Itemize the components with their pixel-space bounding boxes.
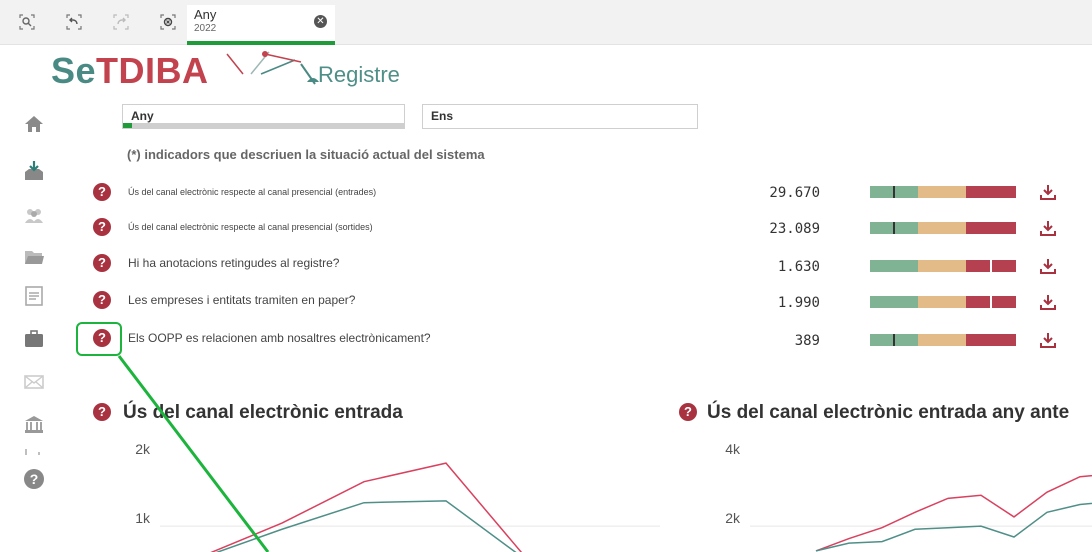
help-question-icon[interactable]: ?: [93, 291, 111, 309]
kpi-value: 23.089: [769, 221, 820, 237]
filter-any[interactable]: Any: [122, 104, 405, 129]
download-icon[interactable]: [1040, 220, 1056, 236]
filter-ens[interactable]: Ens: [422, 104, 698, 129]
selection-chip[interactable]: Any 2022 ✕: [187, 5, 335, 45]
kpi-value: 29.670: [769, 185, 820, 201]
y-tick-label: 4k: [725, 441, 740, 457]
folder-icon[interactable]: [23, 246, 45, 268]
bank-icon[interactable]: [23, 413, 45, 435]
selection-chip-value: 2022: [194, 23, 217, 34]
kpi-gauge: [870, 186, 1016, 198]
kpi-gauge: [870, 296, 1016, 308]
logo-subtitle: Registre: [318, 62, 400, 87]
kpi-label: Les empreses i entitats tramiten en pape…: [128, 293, 356, 307]
help-icon[interactable]: ?: [23, 468, 45, 490]
filter-any-selection-bar: [123, 123, 404, 128]
kpi-value: 389: [794, 333, 820, 349]
download-icon[interactable]: [1040, 258, 1056, 274]
logo-text-diba: TDIBA: [96, 50, 209, 91]
kpi-label: Els OOPP es relacionen amb nosaltres ele…: [128, 331, 431, 345]
document-icon[interactable]: [23, 285, 45, 307]
y-tick-label: 2k: [135, 441, 150, 457]
download-icon[interactable]: [1040, 184, 1056, 200]
clear-selection-icon[interactable]: ✕: [314, 15, 327, 28]
filter-ens-label: Ens: [431, 109, 454, 123]
selection-chip-field: Any: [194, 7, 217, 22]
kpi-label: Ús del canal electrònic respecte al cana…: [128, 187, 377, 197]
chart-title: Ús del canal electrònic entrada: [123, 402, 403, 423]
clear-all-icon[interactable]: [157, 13, 179, 35]
download-icon[interactable]: [1040, 332, 1056, 348]
kpi-gauge: [870, 260, 1016, 272]
inbox-download-icon[interactable]: [23, 160, 45, 182]
step-back-icon[interactable]: [63, 13, 85, 35]
kpi-label: Ús del canal electrònic respecte al cana…: [128, 222, 373, 232]
line-chart-entrada-any-anterior[interactable]: [750, 440, 1092, 552]
filter-any-label: Any: [131, 109, 154, 123]
users-icon[interactable]: [23, 205, 45, 227]
help-question-icon[interactable]: ?: [679, 403, 697, 421]
series-line-1: [210, 462, 523, 552]
logo-graphic-icon: [226, 51, 319, 85]
nav-scroll-indicator[interactable]: [23, 442, 45, 455]
highlight-box: [76, 322, 122, 356]
help-question-icon[interactable]: ?: [93, 218, 111, 236]
kpi-label: Hi ha anotacions retingudes al registre?: [128, 256, 340, 270]
y-tick-label: 2k: [725, 510, 740, 526]
indicators-note: (*) indicadors que descriuen la situació…: [127, 147, 485, 162]
logo-text-se: Se: [51, 50, 97, 91]
selections-bar: Any 2022 ✕: [0, 0, 1092, 45]
help-question-icon[interactable]: ?: [93, 403, 111, 421]
help-question-icon[interactable]: ?: [93, 183, 111, 201]
kpi-value: 1.990: [777, 295, 820, 311]
kpi-value: 1.630: [777, 259, 820, 275]
svg-text:?: ?: [30, 471, 39, 487]
line-chart-entrada[interactable]: [160, 440, 660, 552]
home-icon[interactable]: [23, 113, 45, 135]
help-question-icon[interactable]: ?: [93, 254, 111, 272]
chart-title: Ús del canal electrònic entrada any ante: [707, 402, 1070, 423]
briefcase-icon[interactable]: [23, 328, 45, 350]
kpi-gauge: [870, 222, 1016, 234]
kpi-gauge: [870, 334, 1016, 346]
y-tick-label: 1k: [135, 510, 150, 526]
download-icon[interactable]: [1040, 294, 1056, 310]
series-line-1: [815, 474, 1092, 552]
mail-icon[interactable]: [23, 371, 45, 393]
selections-tool-icon[interactable]: [16, 13, 38, 35]
step-forward-icon[interactable]: [110, 13, 132, 35]
app-logo: SeTDIBA Registre: [51, 48, 451, 100]
